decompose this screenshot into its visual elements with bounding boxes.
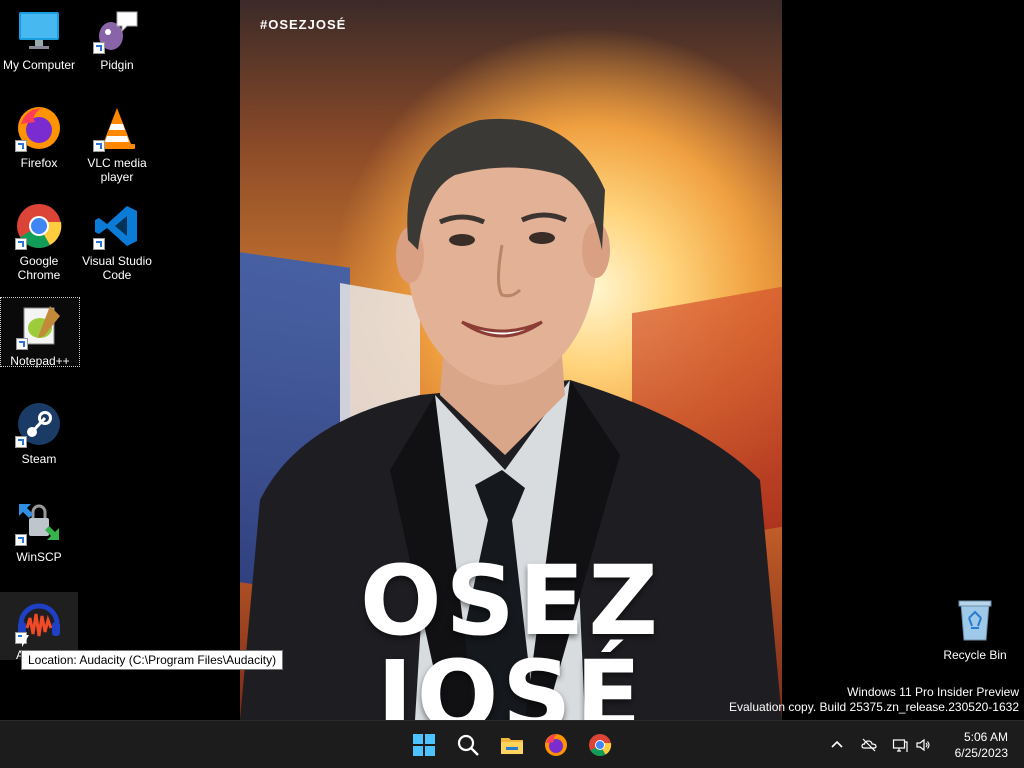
firefox-icon — [15, 104, 63, 152]
chevron-up-icon — [831, 740, 843, 748]
desktop-icon-firefox[interactable]: Firefox — [0, 100, 78, 170]
onedrive-button[interactable] — [859, 735, 879, 755]
desktop-icon-label: WinSCP — [16, 550, 62, 564]
steam-icon — [15, 400, 63, 448]
desktop-icon-label: VLC media player — [87, 156, 147, 184]
desktop-icon-label: Notepad++ — [10, 354, 70, 368]
mouse-cursor-icon — [22, 635, 29, 647]
shortcut-arrow-icon — [15, 436, 27, 448]
desktop-icon-vlc[interactable]: VLC media player — [78, 100, 156, 184]
clock-date: 6/25/2023 — [954, 746, 1008, 760]
file-explorer-icon — [501, 738, 523, 754]
desktop-icon-label: My Computer — [2, 58, 76, 72]
shortcut-arrow-icon — [93, 42, 105, 54]
vlc-icon — [93, 104, 141, 152]
vscode-icon — [93, 202, 141, 250]
desktop-icon-vscode[interactable]: Visual Studio Code — [78, 198, 156, 282]
firefox-icon — [545, 734, 567, 756]
desktop-icon-label: Recycle Bin — [943, 648, 1007, 662]
desktop-icon-label: Visual Studio Code — [82, 254, 152, 282]
pidgin-icon — [93, 6, 141, 54]
desktop-icon-pidgin[interactable]: Pidgin — [78, 2, 156, 72]
shortcut-arrow-icon — [15, 140, 27, 152]
chrome-icon — [589, 734, 612, 756]
desktop-icon-notepadpp[interactable]: Notepad++ — [0, 297, 80, 368]
desktop-icon-label: Steam — [21, 452, 57, 466]
desktop: #OSEZJOSÉ OSEZ JOSÉ My Computer Pidgin F… — [0, 0, 1024, 720]
shortcut-arrow-icon — [15, 238, 27, 250]
cloud-offline-icon — [861, 738, 877, 752]
location-tooltip: Location: Audacity (C:\Program Files\Aud… — [21, 650, 284, 670]
network-button[interactable] — [890, 735, 910, 755]
taskbar-clock[interactable]: 5:06 AM 6/25/2023 — [955, 729, 1008, 761]
desktop-icon-winscp[interactable]: WinSCP — [0, 494, 78, 564]
recycle-bin-icon — [951, 596, 999, 644]
watermark-line1: Windows 11 Pro Insider Preview — [847, 685, 1019, 699]
shortcut-arrow-icon — [93, 140, 105, 152]
notepadpp-icon — [16, 302, 64, 350]
desktop-icon-label: Google Chrome — [17, 254, 61, 282]
show-hidden-icons-button[interactable] — [827, 735, 847, 755]
winscp-icon — [15, 498, 63, 546]
desktop-icon-label: Pidgin — [100, 58, 134, 72]
speaker-icon — [916, 738, 930, 752]
search-icon — [457, 734, 479, 756]
shortcut-arrow-icon — [93, 238, 105, 250]
poster-hashtag: #OSEZJOSÉ — [260, 17, 347, 32]
search-button[interactable] — [452, 729, 484, 761]
chrome-icon — [15, 202, 63, 250]
volume-button[interactable] — [913, 735, 933, 755]
poster-slogan-line2: JOSÉ — [376, 640, 646, 720]
shortcut-arrow-icon — [15, 534, 27, 546]
start-button[interactable] — [408, 729, 440, 761]
desktop-icon-steam[interactable]: Steam — [0, 396, 78, 466]
firefox-taskbar-button[interactable] — [540, 729, 572, 761]
taskbar: 5:06 AM 6/25/2023 — [0, 720, 1024, 768]
wallpaper-poster: #OSEZJOSÉ OSEZ JOSÉ — [240, 0, 782, 720]
desktop-icon-my-computer[interactable]: My Computer — [0, 2, 78, 72]
desktop-icon-google-chrome[interactable]: Google Chrome — [0, 198, 78, 282]
start-icon — [413, 734, 435, 756]
desktop-icon-label: Firefox — [20, 156, 58, 170]
monitor-icon — [15, 6, 63, 54]
desktop-icon-recycle-bin[interactable]: Recycle Bin — [936, 592, 1014, 662]
windows-watermark: Windows 11 Pro Insider Preview Evaluatio… — [729, 685, 1019, 715]
watermark-line2: Evaluation copy. Build 25375.zn_release.… — [729, 700, 1019, 714]
file-explorer-button[interactable] — [496, 729, 528, 761]
clock-time: 5:06 AM — [963, 730, 1008, 744]
shortcut-arrow-icon — [16, 338, 28, 350]
chrome-taskbar-button[interactable] — [584, 729, 616, 761]
network-icon — [892, 739, 908, 752]
